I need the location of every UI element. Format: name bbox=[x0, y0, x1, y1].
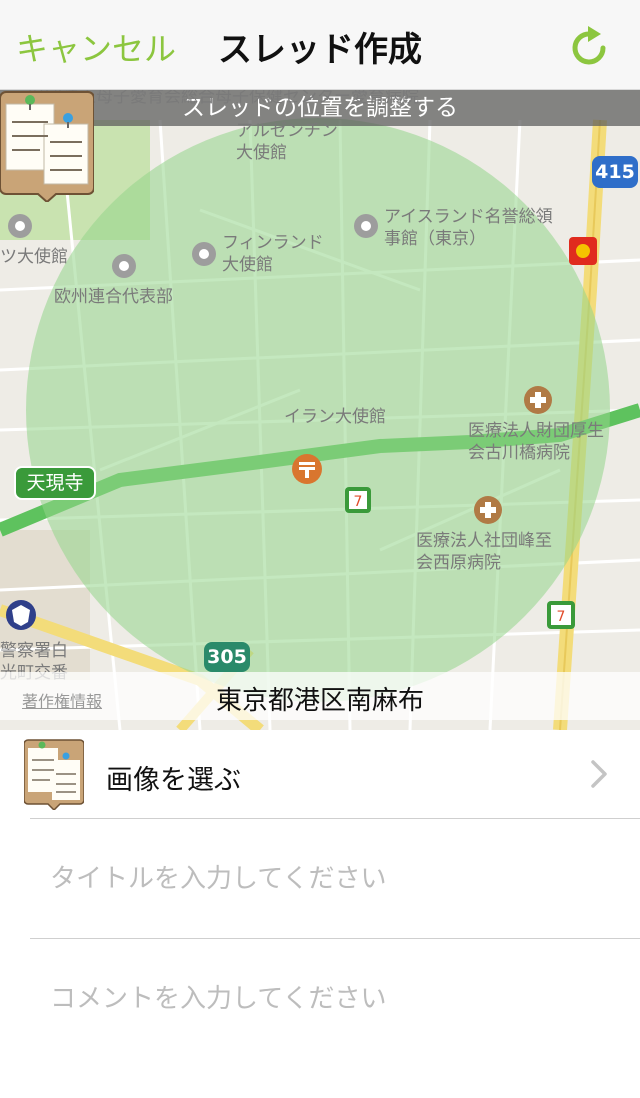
police-icon bbox=[6, 600, 36, 630]
chevron-right-icon bbox=[591, 760, 607, 788]
address-label: 東京都港区南麻布 bbox=[215, 686, 424, 716]
svg-text:7: 7 bbox=[354, 494, 363, 510]
route-sign: 305 bbox=[204, 642, 250, 672]
select-image-row[interactable]: 画像を選ぶ bbox=[0, 730, 640, 818]
divider bbox=[30, 938, 640, 939]
title-input[interactable] bbox=[0, 820, 640, 938]
cancel-button[interactable]: キャンセル bbox=[16, 24, 176, 70]
svg-text:7: 7 bbox=[557, 609, 566, 625]
place-label: 医療法人財団厚生会古川橋病院 bbox=[468, 421, 604, 463]
thread-thumbnail-icon bbox=[24, 739, 84, 810]
poi-marker-icon bbox=[354, 214, 378, 238]
place-label: 医療法人社団峰至会西原病院 bbox=[416, 531, 552, 573]
poi-marker-icon bbox=[112, 254, 136, 278]
route-sign: 415 bbox=[592, 156, 638, 188]
map-view[interactable]: スレッドの位置を調整する 財団法人母子愛育会総合母子保健センター愛育病院 アルゼ… bbox=[0, 90, 640, 730]
refresh-icon[interactable] bbox=[566, 24, 612, 70]
hospital-icon bbox=[474, 496, 502, 524]
convenience-store-icon: 7 bbox=[345, 487, 371, 513]
address-bar: 著作権情報 東京都港区南麻布 bbox=[0, 672, 640, 720]
place-label: イラン大使館 bbox=[284, 407, 386, 427]
select-image-label: 画像を選ぶ bbox=[106, 765, 241, 796]
page-title: スレッド作成 bbox=[218, 30, 422, 70]
post-office-icon bbox=[292, 454, 322, 484]
place-label: ツ大使館 bbox=[0, 247, 68, 267]
comment-input[interactable] bbox=[0, 940, 640, 1058]
navigation-bar: キャンセル スレッド作成 bbox=[0, 0, 640, 90]
convenience-store-icon: 7 bbox=[547, 601, 575, 629]
place-label: アルゼンチン大使館 bbox=[236, 121, 338, 163]
place-label: 欧州連合代表部 bbox=[54, 287, 173, 307]
poi-marker-icon bbox=[8, 214, 32, 238]
station-sign: 天現寺 bbox=[14, 466, 96, 500]
poi-marker-icon bbox=[192, 242, 216, 266]
place-label: フィンランド大使館 bbox=[222, 233, 324, 275]
hospital-icon bbox=[524, 386, 552, 414]
place-label: アイスランド名誉総領事館（東京） bbox=[384, 207, 553, 249]
thread-pin-icon[interactable] bbox=[0, 90, 94, 202]
gas-station-icon bbox=[569, 237, 597, 265]
divider bbox=[30, 818, 640, 819]
